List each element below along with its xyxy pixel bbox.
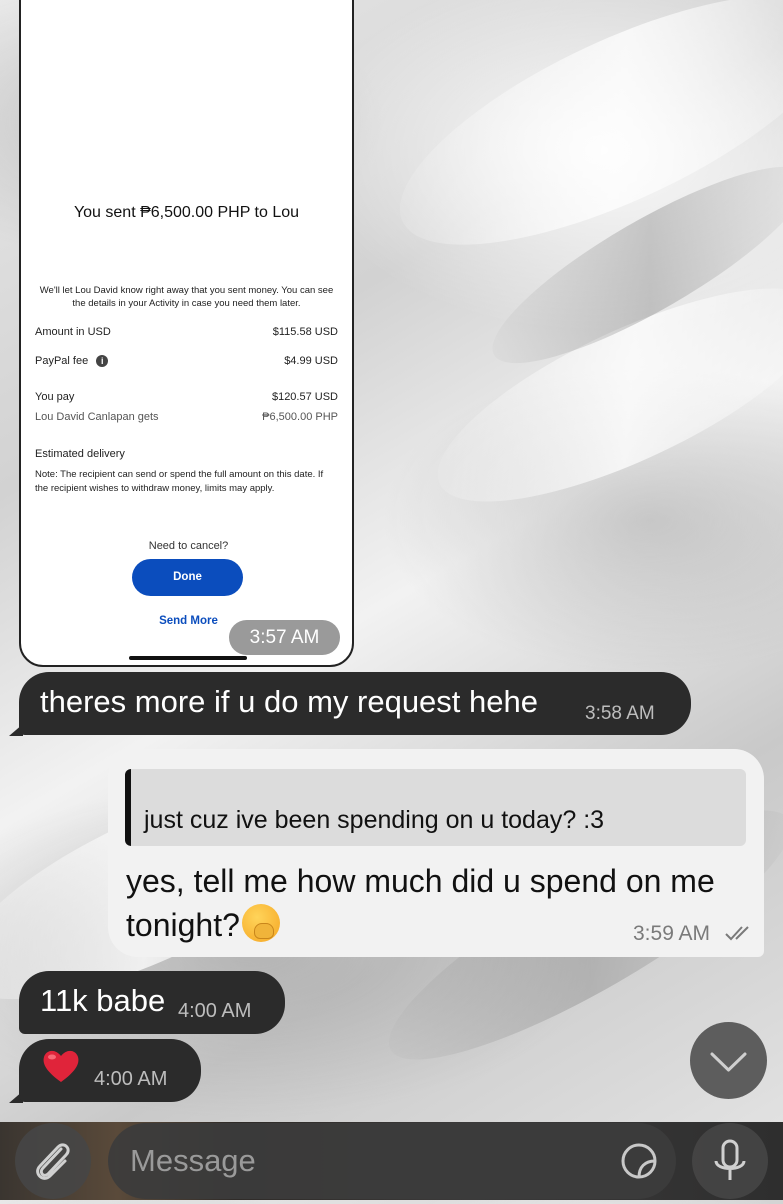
you-pay-row: You pay $120.57 USD [35, 391, 338, 403]
hand-over-mouth-emoji [241, 904, 280, 942]
row-label: Lou David Canlapan gets [35, 411, 159, 423]
incoming-message[interactable]: theres more if u do my request hehe 3:58… [19, 672, 691, 735]
paperclip-icon [36, 1143, 70, 1180]
row-value: $115.58 USD [272, 326, 338, 338]
info-icon: i [96, 355, 109, 368]
message-text: yes, tell me how much did u spend on me … [126, 863, 715, 943]
payment-title: You sent ₱6,500.00 PHP to Lou [73, 204, 300, 221]
payment-notice: We'll let Lou David know right away that… [39, 285, 334, 309]
message-text: 11k babe [40, 983, 166, 1018]
message-time: 3:59 AM [633, 922, 711, 945]
row-label: Amount in USD [35, 326, 111, 338]
incoming-message[interactable]: 11k babe 4:00 AM [19, 971, 285, 1034]
message-time: 4:00 AM [178, 1000, 252, 1022]
message-time: 4:00 AM [94, 1068, 168, 1090]
estimated-delivery-note: Note: The recipient can send or spend th… [35, 469, 324, 494]
row-value: $120.57 USD [271, 391, 338, 403]
microphone-icon [714, 1139, 746, 1180]
reply-bar [125, 769, 131, 846]
double-check-icon [725, 926, 749, 941]
chevron-down-icon [710, 1052, 747, 1072]
scroll-down-button[interactable] [690, 1022, 767, 1099]
estimated-delivery-title: Estimated delivery [35, 448, 125, 460]
amount-row: Amount in USD $115.58 USD [35, 326, 338, 338]
row-label: PayPal fee [35, 355, 89, 367]
attach-button[interactable] [15, 1123, 91, 1199]
done-button: Done [132, 559, 243, 596]
sticker-icon[interactable] [619, 1141, 659, 1181]
message-placeholder: Message [130, 1143, 256, 1178]
fee-row: PayPal fee i $4.99 USD [35, 355, 338, 368]
row-value: $4.99 USD [284, 355, 338, 368]
cancel-link: Need to cancel? [148, 540, 229, 552]
recipient-gets-row: Lou David Canlapan gets ₱6,500.00 PHP [35, 411, 338, 423]
home-indicator [129, 656, 247, 660]
outgoing-message[interactable]: just cuz ive been spending on u today? :… [108, 749, 764, 957]
payment-screenshot[interactable]: You sent ₱6,500.00 PHP to Lou We'll let … [19, 0, 354, 667]
row-label: You pay [35, 391, 75, 403]
message-time: 3:58 AM [585, 703, 655, 724]
heart-emoji [43, 1050, 79, 1082]
message-input[interactable]: Message [108, 1123, 676, 1199]
reply-quote-text: just cuz ive been spending on u today? :… [144, 806, 605, 834]
incoming-message[interactable]: 4:00 AM [19, 1039, 201, 1102]
row-value: ₱6,500.00 PHP [262, 411, 338, 423]
reply-quote[interactable]: just cuz ive been spending on u today? :… [125, 769, 746, 846]
message-time: 3:57 AM [229, 620, 340, 655]
microphone-button[interactable] [692, 1123, 768, 1199]
message-text: theres more if u do my request hehe [40, 684, 538, 719]
